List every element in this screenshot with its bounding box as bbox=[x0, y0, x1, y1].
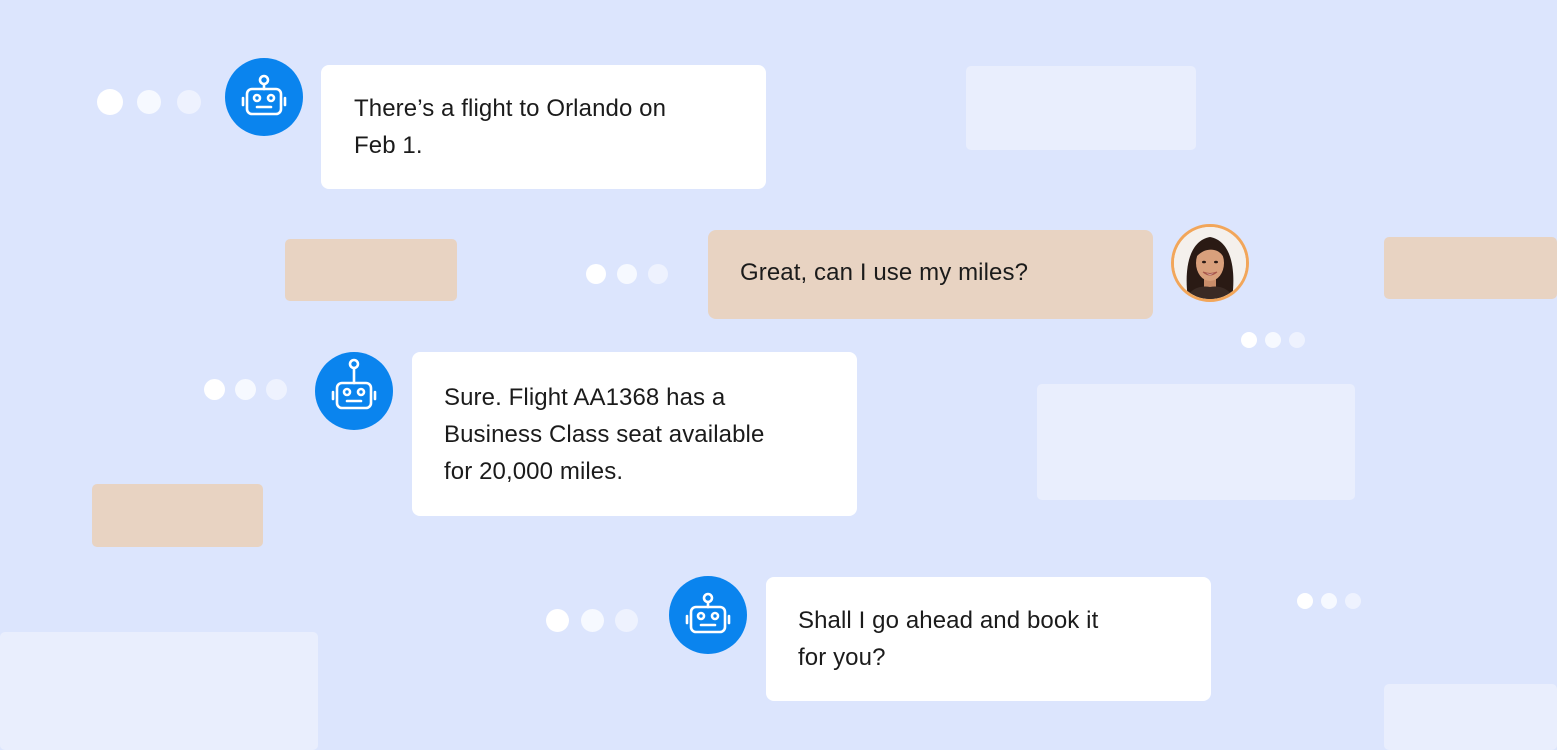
bot-avatar bbox=[669, 576, 747, 654]
robot-icon bbox=[241, 74, 287, 116]
typing-dot bbox=[235, 379, 256, 400]
bot-avatar bbox=[315, 352, 393, 430]
decorative-block bbox=[1384, 237, 1557, 299]
typing-dot bbox=[1297, 593, 1313, 609]
typing-dot bbox=[97, 89, 123, 115]
typing-dot bbox=[546, 609, 569, 632]
typing-dot bbox=[617, 264, 637, 284]
bot-avatar bbox=[225, 58, 303, 136]
typing-dot bbox=[137, 90, 161, 114]
decorative-block bbox=[1037, 384, 1355, 500]
user-message-bubble: Great, can I use my miles? bbox=[708, 230, 1153, 319]
typing-dots-icon bbox=[1297, 593, 1367, 619]
message-text: Great, can I use my miles? bbox=[740, 259, 1029, 286]
typing-dot bbox=[1345, 593, 1361, 609]
typing-dots-icon bbox=[97, 89, 207, 115]
typing-dots-icon bbox=[546, 609, 638, 635]
typing-dots-icon bbox=[204, 379, 287, 405]
decorative-block bbox=[92, 484, 263, 547]
decorative-block bbox=[0, 632, 318, 750]
message-text: There’s a flight to Orlando on Feb 1. bbox=[354, 95, 667, 159]
message-text: Sure. Flight AA1368 has a Business Class… bbox=[444, 384, 765, 485]
typing-dot bbox=[615, 609, 638, 632]
decorative-block bbox=[285, 239, 457, 301]
typing-dots-icon bbox=[1241, 332, 1311, 358]
typing-dot bbox=[1289, 332, 1305, 348]
user-avatar-photo bbox=[1174, 227, 1246, 299]
user-avatar bbox=[1171, 224, 1249, 302]
bot-message-bubble: There’s a flight to Orlando on Feb 1. bbox=[321, 65, 766, 189]
typing-dot bbox=[586, 264, 606, 284]
robot-icon bbox=[331, 358, 377, 410]
chat-illustration: There’s a flight to Orlando on Feb 1. Gr… bbox=[0, 0, 1557, 750]
decorative-block bbox=[966, 66, 1196, 150]
robot-icon bbox=[685, 592, 731, 634]
message-text: Shall I go ahead and book it for you? bbox=[798, 607, 1099, 671]
typing-dot bbox=[1265, 332, 1281, 348]
bot-message-bubble: Sure. Flight AA1368 has a Business Class… bbox=[412, 352, 857, 516]
typing-dot bbox=[266, 379, 287, 400]
typing-dot bbox=[1321, 593, 1337, 609]
typing-dot bbox=[581, 609, 604, 632]
typing-dot bbox=[1241, 332, 1257, 348]
typing-dots-icon bbox=[586, 264, 668, 290]
bot-message-bubble: Shall I go ahead and book it for you? bbox=[766, 577, 1211, 701]
typing-dot bbox=[648, 264, 668, 284]
decorative-block bbox=[1384, 684, 1557, 750]
typing-dot bbox=[204, 379, 225, 400]
typing-dot bbox=[177, 90, 201, 114]
